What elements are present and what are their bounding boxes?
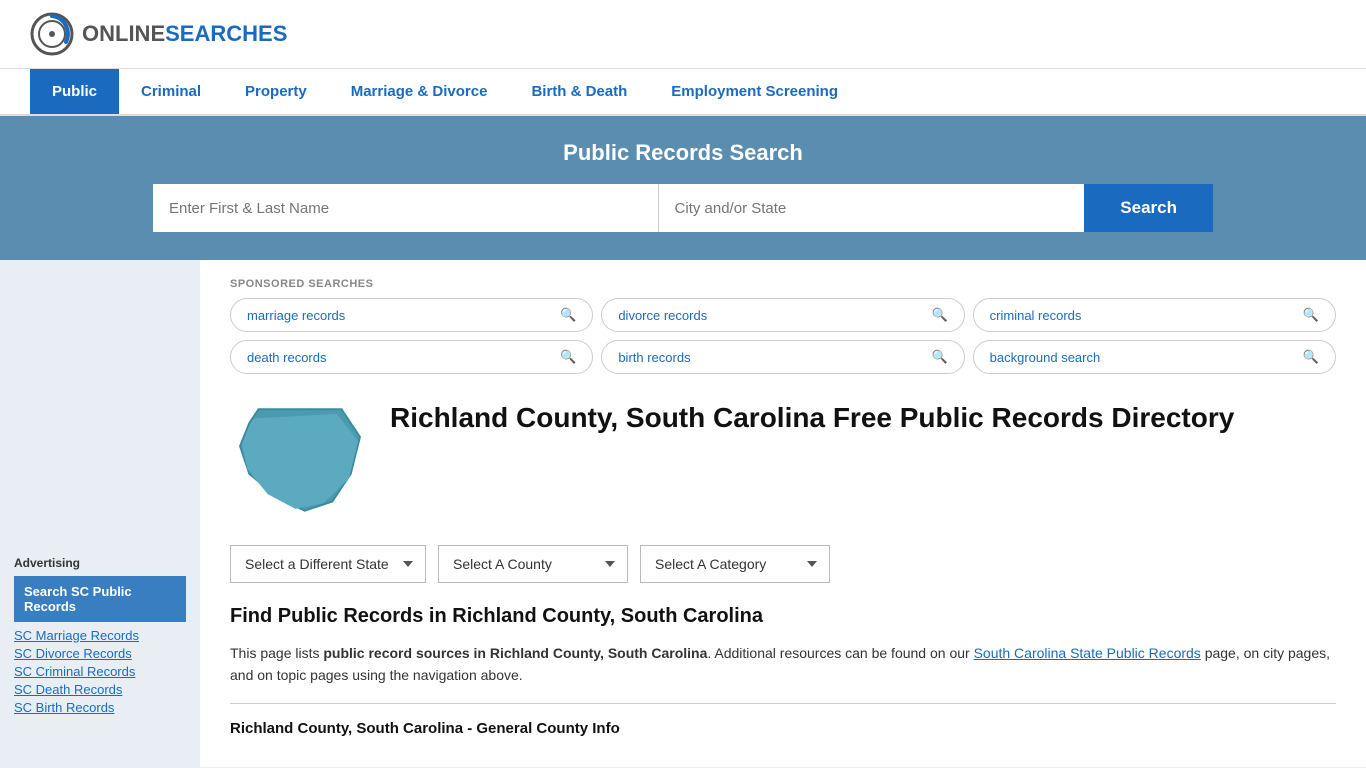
search-icon-background: 🔍 xyxy=(1303,349,1319,365)
sponsored-item-divorce[interactable]: divorce records 🔍 xyxy=(601,298,964,332)
content-area: SPONSORED SEARCHES marriage records 🔍 di… xyxy=(200,260,1366,767)
search-icon-criminal: 🔍 xyxy=(1303,307,1319,323)
sidebar-link-criminal[interactable]: SC Criminal Records xyxy=(14,664,186,679)
sponsored-link-divorce: divorce records xyxy=(618,308,707,323)
county-dropdown[interactable]: Select A County xyxy=(438,545,628,583)
search-icon-death: 🔍 xyxy=(560,349,576,365)
section-divider xyxy=(230,703,1336,704)
sc-state-records-link[interactable]: South Carolina State Public Records xyxy=(974,645,1201,661)
nav-item-public[interactable]: Public xyxy=(30,69,119,114)
sidebar-link-death[interactable]: SC Death Records xyxy=(14,682,186,697)
header: ONLINESEARCHES xyxy=(0,0,1366,69)
general-info-title: Richland County, South Carolina - Genera… xyxy=(230,720,1336,737)
category-dropdown[interactable]: Select A Category xyxy=(640,545,830,583)
search-banner: Public Records Search Search xyxy=(0,116,1366,260)
find-text-bold: public record sources in Richland County… xyxy=(323,645,707,661)
sidebar-link-birth[interactable]: SC Birth Records xyxy=(14,700,186,715)
sponsored-link-death: death records xyxy=(247,350,327,365)
sponsored-item-marriage[interactable]: marriage records 🔍 xyxy=(230,298,593,332)
nav-item-marriage-divorce[interactable]: Marriage & Divorce xyxy=(329,69,510,114)
location-input[interactable] xyxy=(658,184,1085,232)
find-text: This page lists public record sources in… xyxy=(230,642,1336,687)
name-input[interactable] xyxy=(153,184,658,232)
state-map xyxy=(230,400,370,523)
logo: ONLINESEARCHES xyxy=(30,12,287,56)
county-title: Richland County, South Carolina Free Pub… xyxy=(390,400,1234,435)
sponsored-link-marriage: marriage records xyxy=(247,308,345,323)
search-button[interactable]: Search xyxy=(1084,184,1213,232)
sponsored-grid: marriage records 🔍 divorce records 🔍 cri… xyxy=(230,298,1336,374)
sidebar-link-marriage[interactable]: SC Marriage Records xyxy=(14,628,186,643)
find-text-part1: This page lists xyxy=(230,645,323,661)
logo-searches: SEARCHES xyxy=(165,21,287,46)
search-icon-divorce: 🔍 xyxy=(931,307,947,323)
main-nav: Public Criminal Property Marriage & Divo… xyxy=(0,69,1366,116)
sidebar-ad-active[interactable]: Search SC Public Records xyxy=(14,576,186,622)
sidebar-ad-label: Advertising xyxy=(14,556,186,570)
sidebar-link-divorce[interactable]: SC Divorce Records xyxy=(14,646,186,661)
find-title: Find Public Records in Richland County, … xyxy=(230,605,1336,628)
search-form: Search xyxy=(153,184,1213,232)
sponsored-label: SPONSORED SEARCHES xyxy=(230,278,1336,290)
search-icon-birth: 🔍 xyxy=(931,349,947,365)
sponsored-link-criminal: criminal records xyxy=(990,308,1082,323)
sidebar: Advertising Search SC Public Records SC … xyxy=(0,260,200,767)
logo-online: ONLINE xyxy=(82,21,165,46)
sponsored-link-background: background search xyxy=(990,350,1101,365)
dropdowns-row: Select a Different State Select A County… xyxy=(230,545,1336,583)
nav-item-property[interactable]: Property xyxy=(223,69,329,114)
nav-item-criminal[interactable]: Criminal xyxy=(119,69,223,114)
logo-icon xyxy=(30,12,74,56)
find-text-part2: . Additional resources can be found on o… xyxy=(707,645,973,661)
logo-text: ONLINESEARCHES xyxy=(82,21,287,47)
county-section: Richland County, South Carolina Free Pub… xyxy=(230,400,1336,523)
search-icon-marriage: 🔍 xyxy=(560,307,576,323)
state-dropdown[interactable]: Select a Different State xyxy=(230,545,426,583)
sponsored-item-death[interactable]: death records 🔍 xyxy=(230,340,593,374)
nav-item-birth-death[interactable]: Birth & Death xyxy=(509,69,649,114)
sponsored-item-birth[interactable]: birth records 🔍 xyxy=(601,340,964,374)
sponsored-item-background[interactable]: background search 🔍 xyxy=(973,340,1336,374)
nav-item-employment[interactable]: Employment Screening xyxy=(649,69,860,114)
search-banner-title: Public Records Search xyxy=(30,140,1336,166)
sponsored-link-birth: birth records xyxy=(618,350,690,365)
sponsored-item-criminal[interactable]: criminal records 🔍 xyxy=(973,298,1336,332)
main-wrapper: Advertising Search SC Public Records SC … xyxy=(0,260,1366,767)
